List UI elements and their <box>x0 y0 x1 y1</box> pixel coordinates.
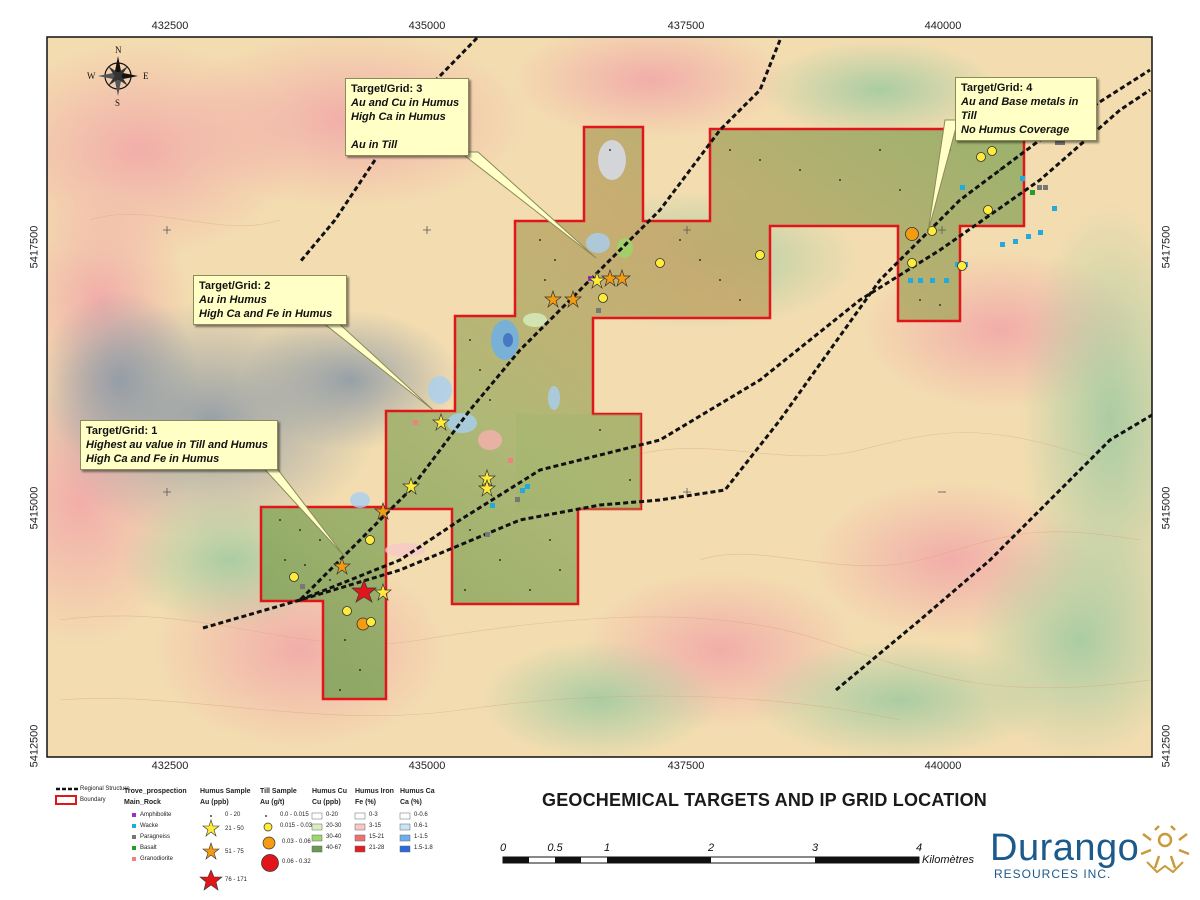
legend-structure-label: Regional Structure <box>80 786 130 792</box>
legend-ca-class: 0-0.6 <box>414 812 428 818</box>
legend-rock-label: Amphibolite <box>140 812 172 818</box>
legend-humus-class: 0 - 20 <box>225 812 241 818</box>
legend-till-class: 0.0 - 0.015 <box>280 812 309 818</box>
compass-n: N <box>115 45 122 55</box>
legend-fe-unit: Fe (%) <box>355 799 376 806</box>
northing-tick-right: 5415000 <box>1160 486 1173 530</box>
legend-humus-title: Humus Sample <box>200 788 251 795</box>
legend-cu-class: 30-40 <box>326 834 342 840</box>
easting-tick-top: 432500 <box>151 20 189 32</box>
legend-till-class: 0.03 - 0.06 <box>282 839 311 845</box>
legend-humus-class: 21 - 50 <box>225 826 244 832</box>
legend-till-class: 0.06 - 0.32 <box>282 859 311 865</box>
legend-rock-label: Basalt <box>140 845 157 851</box>
legend-ca-unit: Ca (%) <box>400 799 422 806</box>
target-title: Target/Grid: 1 <box>86 425 158 437</box>
legend-fe-class: 15-21 <box>369 834 385 840</box>
legend-fe-class: 3-15 <box>369 823 382 829</box>
legend-ca-title: Humus Ca <box>400 788 435 795</box>
easting-tick-bottom: 437500 <box>667 760 705 772</box>
target-line: Highest au value in Till and Humus <box>86 439 268 451</box>
map-title: GEOCHEMICAL TARGETS AND IP GRID LOCATION <box>542 790 988 810</box>
northing-tick-right: 5417500 <box>1160 225 1173 269</box>
scalebar-label: 2 <box>707 842 715 854</box>
legend-rock-label: Paragneiss <box>140 834 171 840</box>
target-line: High Ca in Humus <box>351 111 446 123</box>
legend-fe-title: Humus Iron <box>355 788 394 795</box>
legend-fe-class: 21-28 <box>369 845 385 851</box>
legend-ca-class: 0.6-1 <box>414 823 428 829</box>
scalebar-label: 0 <box>499 842 507 854</box>
legend-humus-unit: Au (ppb) <box>200 799 229 806</box>
easting-tick-top: 440000 <box>924 20 962 32</box>
target-line: High Ca and Fe in Humus <box>199 308 333 320</box>
easting-tick-bottom: 435000 <box>408 760 446 772</box>
target-title: Target/Grid: 4 <box>961 82 1033 94</box>
compass-s: S <box>115 98 121 108</box>
compass-w: W <box>87 71 96 81</box>
legend-till-class: 0.015 - 0.03 <box>280 823 313 829</box>
target-line: Au and Base metals in Till <box>961 96 1079 122</box>
easting-tick-bottom: 440000 <box>924 760 962 772</box>
scalebar-label: 4 <box>915 842 923 854</box>
northing-tick-left: 5417500 <box>28 225 41 269</box>
target-title: Target/Grid: 3 <box>351 83 423 95</box>
legend-ca-class: 1-1.5 <box>414 834 428 840</box>
scalebar-unit: Kilomètres <box>922 854 974 866</box>
target-callout-3: Target/Grid: 3 Au and Cu in Humus High C… <box>345 78 469 156</box>
legend-main-rock: Main_Rock <box>124 799 161 806</box>
target-callout-4: Target/Grid: 4 Au and Base metals in Til… <box>955 77 1097 141</box>
durango-logo-icon <box>1140 825 1190 874</box>
scale-bar <box>502 856 920 864</box>
northing-tick-left: 5415000 <box>28 486 41 530</box>
legend-cu-title: Humus Cu <box>312 788 347 795</box>
scalebar-label: 0.5 <box>547 842 563 854</box>
logo-subtitle: RESOURCES INC. <box>994 867 1112 881</box>
legend-rock-label: Granodiorite <box>140 856 174 862</box>
northing-tick-right: 5412500 <box>1160 724 1173 768</box>
target-line: Au in Till <box>351 139 398 151</box>
legend-boundary-label: Boundary <box>80 797 106 803</box>
target-line: High Ca and Fe in Humus <box>86 453 220 465</box>
compass-e: E <box>143 71 149 81</box>
scalebar-label: 1 <box>603 842 611 854</box>
easting-tick-top: 435000 <box>408 20 446 32</box>
legend-cu-class: 20-30 <box>326 823 342 829</box>
legend-cu-unit: Cu (ppb) <box>312 799 341 806</box>
target-callout-2: Target/Grid: 2 Au in Humus High Ca and F… <box>193 275 347 325</box>
target-line <box>351 124 463 138</box>
legend-ca-class: 1.5-1.8 <box>414 845 433 851</box>
legend-cu-class: 40-67 <box>326 845 342 851</box>
legend-fe-class: 0-3 <box>369 812 378 818</box>
logo-name: Durango <box>990 827 1140 869</box>
legend-humus-class: 51 - 75 <box>225 849 244 855</box>
legend-trove-title: Trove_prospection <box>124 788 187 795</box>
target-line: Au in Humus <box>199 294 267 306</box>
target-title: Target/Grid: 2 <box>199 280 271 292</box>
legend-till-title: Till Sample <box>260 788 297 795</box>
legend-rock-label: Wacke <box>140 823 159 829</box>
northing-tick-left: 5412500 <box>28 724 41 768</box>
easting-tick-bottom: 432500 <box>151 760 189 772</box>
scalebar-label: 3 <box>811 842 819 854</box>
legend-till-unit: Au (g/t) <box>260 799 285 806</box>
legend-cu-class: 0-20 <box>326 812 339 818</box>
target-callout-1: Target/Grid: 1 Highest au value in Till … <box>80 420 278 470</box>
easting-tick-top: 437500 <box>667 20 705 32</box>
target-line: No Humus Coverage <box>961 124 1070 136</box>
target-line: Au and Cu in Humus <box>351 97 460 109</box>
legend-humus-class: 76 - 171 <box>225 877 248 883</box>
